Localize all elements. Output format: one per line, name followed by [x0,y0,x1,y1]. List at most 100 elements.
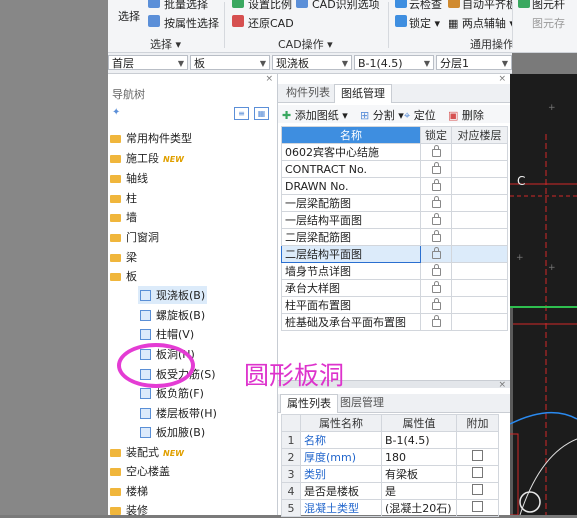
extra-cell[interactable] [456,465,499,483]
drawing-name[interactable]: 二层梁配筋图 [281,228,421,246]
delete-button[interactable]: ▣ 删除 [448,107,484,123]
drawing-name[interactable]: 一层结构平面图 [281,211,421,229]
lock-icon[interactable] [431,178,441,191]
floor-cell[interactable] [451,228,508,246]
nav-subitem-floor-strip[interactable]: 楼层板带(H) [140,405,217,421]
close-icon[interactable]: × [265,74,273,84]
list-view-icon[interactable]: ≡ [234,107,249,120]
table-row[interactable]: 二层梁配筋图 [281,228,508,246]
layer-select[interactable]: 分层1 ▼ [436,55,512,70]
lock-cell[interactable] [420,211,452,229]
lock-icon[interactable] [431,229,441,242]
add-drawing-button[interactable]: ✚ 添加图纸 ▾ [282,107,348,123]
element-bar-button[interactable]: 图元杆 [532,0,565,12]
name-select[interactable]: B-1(4.5) ▼ [354,55,434,70]
extra-cell[interactable] [456,499,499,517]
subtype-select[interactable]: 现浇板 ▼ [272,55,352,70]
table-row[interactable]: 墙身节点详图 [281,262,508,280]
column-header-name[interactable]: 名称 [281,126,421,144]
lock-cell[interactable] [420,228,452,246]
table-row-selected[interactable]: 二层结构平面图 [281,245,508,263]
close-icon[interactable]: × [498,380,506,390]
table-row[interactable]: 3 类别 有梁板 [281,465,499,483]
drawing-name[interactable]: 墙身节点详图 [281,262,421,280]
lock-cell[interactable] [420,296,452,314]
column-header-prop-value[interactable]: 属性值 [381,414,457,432]
checkbox[interactable] [472,484,483,495]
tab-component-list[interactable]: 构件列表 [280,84,336,102]
nav-item-construction-stage[interactable]: 施工段 NEW [110,150,184,166]
element-store-button[interactable]: 图元存 [532,15,565,31]
drawing-name[interactable]: DRAWN No. [281,177,421,195]
nav-item-wall[interactable]: 墙 [110,209,137,225]
floor-cell[interactable] [451,296,508,314]
property-value[interactable]: (混凝土20石) [381,499,457,517]
lock-icon[interactable] [431,314,441,327]
lock-cell[interactable] [420,194,452,212]
table-row[interactable]: DRAWN No. [281,177,508,195]
property-value[interactable]: 180 [381,448,457,466]
property-value[interactable]: 是 [381,482,457,500]
nav-item-common[interactable]: 常用构件类型 [110,130,192,146]
two-point-axis-button[interactable]: ▦ 两点辅轴 ▾ [448,15,515,31]
table-row[interactable]: 5 混凝土类型 (混凝土20石) [281,499,499,517]
property-value[interactable]: 有梁板 [381,465,457,483]
lock-cell[interactable] [420,245,452,263]
lock-icon[interactable] [431,263,441,276]
nav-item-slab[interactable]: 板 [110,268,137,284]
group-cad-label[interactable]: CAD操作 ▾ [278,36,333,52]
floor-cell[interactable] [451,211,508,229]
drawing-name[interactable]: 一层梁配筋图 [281,194,421,212]
sparkle-icon[interactable]: ✦ [112,107,120,118]
drawing-name[interactable]: 柱平面布置图 [281,296,421,314]
floor-cell[interactable] [451,245,508,263]
nav-subitem-column-cap[interactable]: 柱帽(V) [140,326,194,342]
floor-cell[interactable] [451,143,508,161]
checkbox[interactable] [472,450,483,461]
nav-item-decoration[interactable]: 装修 [110,502,148,518]
table-row[interactable]: 一层结构平面图 [281,211,508,229]
property-value[interactable]: B-1(4.5) [381,431,457,449]
floor-cell[interactable] [451,262,508,280]
table-row[interactable]: 承台大样图 [281,279,508,297]
cloud-check-button[interactable]: 云检查 [409,0,442,12]
locate-button[interactable]: ⌖ 定位 [404,107,436,123]
floor-select[interactable]: 首层 ▼ [108,55,188,70]
select-button[interactable]: 选择 [118,8,140,24]
nav-subitem-cast-slab[interactable]: 现浇板(B) [138,286,208,304]
lock-cell[interactable] [420,262,452,280]
floor-cell[interactable] [451,194,508,212]
lock-cell[interactable] [420,177,452,195]
table-row[interactable]: 2 厚度(mm) 180 [281,448,499,466]
split-button[interactable]: ⊞ 分割 ▾ [360,107,404,123]
group-select-label[interactable]: 选择 ▾ [150,36,181,52]
table-row[interactable]: 一层梁配筋图 [281,194,508,212]
lock-icon[interactable] [431,161,441,174]
drawing-name[interactable]: 承台大样图 [281,279,421,297]
restore-cad-button[interactable]: 还原CAD [248,15,294,31]
lock-button[interactable]: 锁定 ▾ [409,15,440,31]
table-row[interactable]: 0602宾客中心结施 [281,143,508,161]
checkbox[interactable] [472,501,483,512]
close-icon[interactable]: × [498,74,506,84]
lock-icon[interactable] [431,144,441,157]
tab-layer-management[interactable]: 图层管理 [334,394,390,412]
floor-cell[interactable] [451,177,508,195]
attr-select-button[interactable]: 按属性选择 [164,15,219,31]
set-ratio-button[interactable]: 设置比例 [248,0,292,12]
lock-cell[interactable] [420,143,452,161]
floor-cell[interactable] [451,279,508,297]
extra-cell[interactable] [456,482,499,500]
nav-subitem-slab-haunch[interactable]: 板加腋(B) [140,424,205,440]
table-row[interactable]: CONTRACT No. [281,160,508,178]
lock-cell[interactable] [420,160,452,178]
drawing-name[interactable]: 0602宾客中心结施 [281,143,421,161]
nav-item-column[interactable]: 柱 [110,190,137,206]
nav-item-stair[interactable]: 楼梯 [110,483,148,499]
drawing-name[interactable]: 桩基础及承台平面布置图 [281,313,421,331]
lock-cell[interactable] [420,279,452,297]
cad-canvas[interactable]: + + + C [510,74,577,515]
column-header-extra[interactable]: 附加 [456,414,499,432]
cad-options-button[interactable]: CAD识别选项 [312,0,380,12]
type-select[interactable]: 板 ▼ [190,55,270,70]
